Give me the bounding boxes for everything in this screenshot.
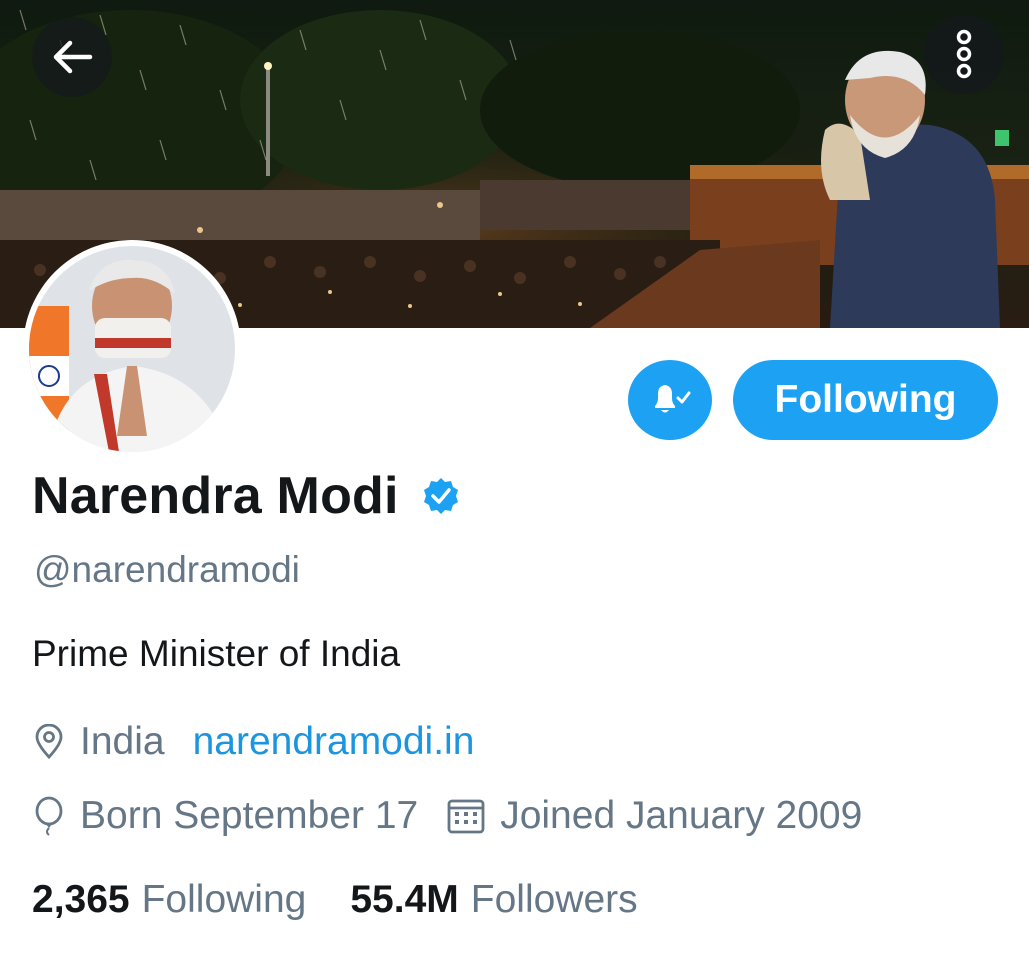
profile-stats: 2,365 Following 55.4M Followers <box>32 878 638 922</box>
joined-text: Joined January 2009 <box>500 794 863 837</box>
website-link[interactable]: narendramodi.in <box>193 720 475 764</box>
balloon-icon <box>32 796 66 836</box>
following-stat[interactable]: 2,365 Following <box>32 878 306 922</box>
location-text: India <box>80 720 165 763</box>
calendar-icon <box>446 797 486 835</box>
followers-count: 55.4M <box>350 878 459 921</box>
arrow-left-icon <box>53 40 93 74</box>
profile-handle: @narendramodi <box>34 549 300 590</box>
back-button[interactable] <box>32 17 112 97</box>
avatar[interactable] <box>23 240 241 458</box>
born-text: Born September 17 <box>80 794 419 837</box>
profile-bio: Prime Minister of India <box>32 633 401 674</box>
verified-badge-icon <box>421 476 461 516</box>
following-button[interactable]: Following <box>733 360 998 440</box>
bell-check-icon <box>655 385 691 413</box>
following-label: Following <box>141 878 307 921</box>
avatar-image <box>29 246 235 452</box>
followers-label: Followers <box>470 878 638 921</box>
display-name: Narendra Modi <box>32 467 399 525</box>
profile-meta-dates: Born September 17 Joined January 2009 <box>32 794 862 838</box>
notifications-button[interactable] <box>628 360 712 440</box>
profile-name: Narendra Modi <box>32 466 461 526</box>
more-options-button[interactable] <box>924 14 1004 94</box>
more-vertical-icon <box>956 29 972 79</box>
location-pin-icon <box>32 724 66 760</box>
profile-meta-location: India narendramodi.in <box>32 720 474 764</box>
following-count: 2,365 <box>32 878 130 921</box>
followers-stat[interactable]: 55.4M Followers <box>350 878 637 922</box>
